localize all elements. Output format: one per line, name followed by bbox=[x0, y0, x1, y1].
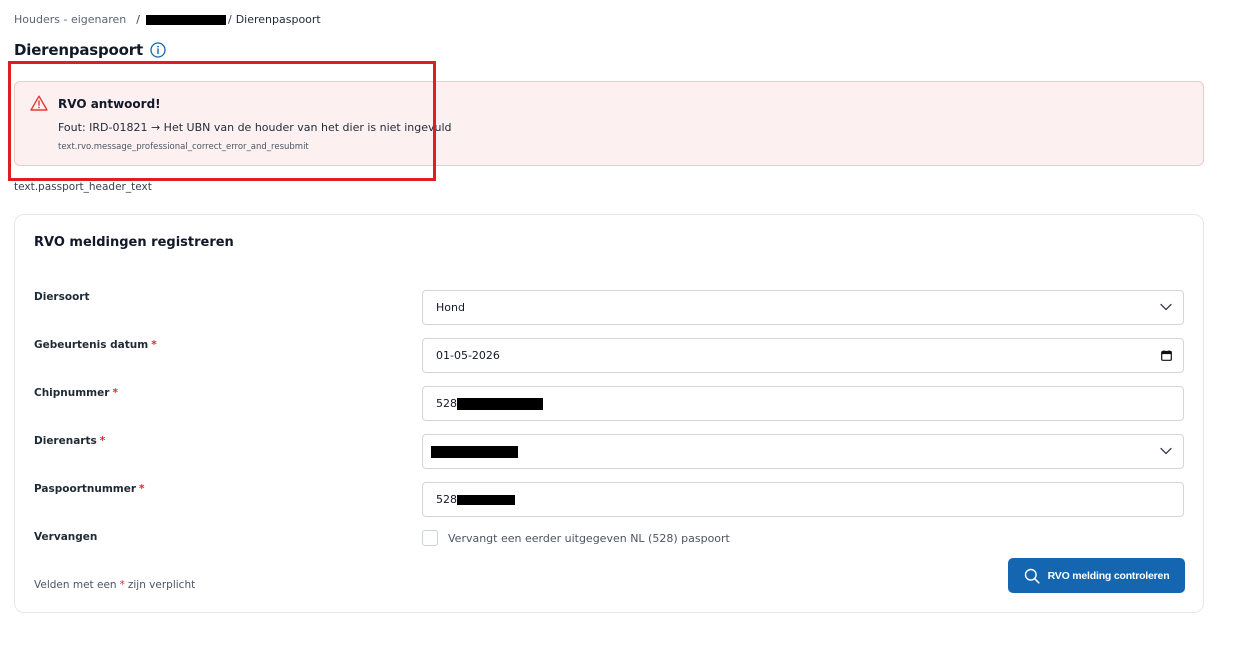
datum-input[interactable]: 01-05-2026 bbox=[422, 338, 1184, 373]
rvo-check-button-label: RVO melding controleren bbox=[1047, 569, 1170, 582]
page-title-row: Dierenpaspoort bbox=[14, 41, 166, 59]
required-marker: * bbox=[119, 579, 125, 591]
breadcrumb-current: Dierenpaspoort bbox=[235, 13, 321, 26]
rvo-check-button[interactable]: RVO melding controleren bbox=[1008, 558, 1185, 593]
card-title: RVO meldingen registreren bbox=[34, 235, 234, 250]
calendar-icon[interactable] bbox=[1161, 350, 1172, 361]
chip-value-prefix: 528 bbox=[436, 397, 457, 410]
chip-label: Chipnummer * bbox=[34, 387, 118, 399]
dierenarts-select[interactable] bbox=[422, 434, 1184, 469]
required-marker: * bbox=[139, 483, 145, 495]
required-marker: * bbox=[112, 387, 118, 399]
highlight-annotation-box bbox=[8, 61, 436, 181]
datum-label: Gebeurtenis datum * bbox=[34, 339, 157, 351]
passport-header-text: text.passport_header_text bbox=[14, 181, 152, 193]
breadcrumb-redacted-owner[interactable] bbox=[145, 14, 226, 25]
chip-redacted bbox=[457, 397, 543, 410]
datum-value: 01-05-2026 bbox=[436, 349, 500, 362]
paspoort-input[interactable]: 528 bbox=[422, 482, 1184, 517]
rvo-registration-card: RVO meldingen registreren Diersoort Hond… bbox=[14, 214, 1204, 613]
required-marker: * bbox=[99, 435, 106, 447]
page-title: Dierenpaspoort bbox=[14, 41, 143, 59]
vervangen-checkbox-label[interactable]: Vervangt een eerder uitgegeven NL (528) … bbox=[448, 532, 730, 545]
required-fields-note: Velden met een * zijn verplicht bbox=[34, 579, 196, 591]
diersoort-select[interactable]: Hond bbox=[422, 290, 1184, 325]
breadcrumb: Houders - eigenaren / / Dierenpaspoort bbox=[14, 13, 321, 26]
diersoort-value: Hond bbox=[436, 301, 465, 314]
vervangen-checkbox-row: Vervangt een eerder uitgegeven NL (528) … bbox=[422, 530, 730, 546]
info-icon[interactable] bbox=[150, 42, 166, 58]
vervangen-label: Vervangen bbox=[34, 531, 98, 543]
chip-input[interactable]: 528 bbox=[422, 386, 1184, 421]
dierenarts-label: Dierenarts * bbox=[34, 435, 106, 447]
chevron-down-icon bbox=[1160, 303, 1172, 311]
breadcrumb-houders-link[interactable]: Houders - eigenaren bbox=[14, 13, 126, 26]
paspoort-label: Paspoortnummer * bbox=[34, 483, 145, 495]
search-icon bbox=[1024, 568, 1040, 584]
required-marker: * bbox=[151, 339, 157, 351]
chevron-down-icon bbox=[1160, 447, 1172, 455]
dierenarts-redacted bbox=[431, 445, 518, 458]
breadcrumb-separator: / bbox=[227, 13, 232, 26]
diersoort-label: Diersoort bbox=[34, 291, 90, 303]
breadcrumb-separator: / bbox=[136, 13, 140, 26]
paspoort-value-prefix: 528 bbox=[436, 493, 457, 506]
paspoort-redacted bbox=[457, 494, 515, 505]
vervangen-checkbox[interactable] bbox=[422, 530, 438, 546]
